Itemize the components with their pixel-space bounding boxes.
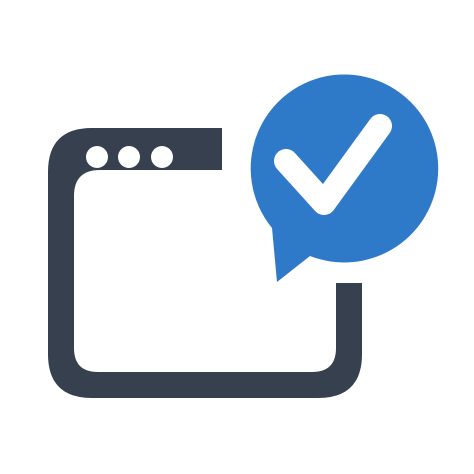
browser-window-verified-icon — [48, 74, 439, 398]
icon-canvas — [0, 0, 474, 474]
window-dot-3 — [151, 146, 173, 168]
window-dot-1 — [86, 146, 108, 168]
verified-bubble-icon — [250, 74, 439, 282]
window-dot-2 — [118, 146, 140, 168]
